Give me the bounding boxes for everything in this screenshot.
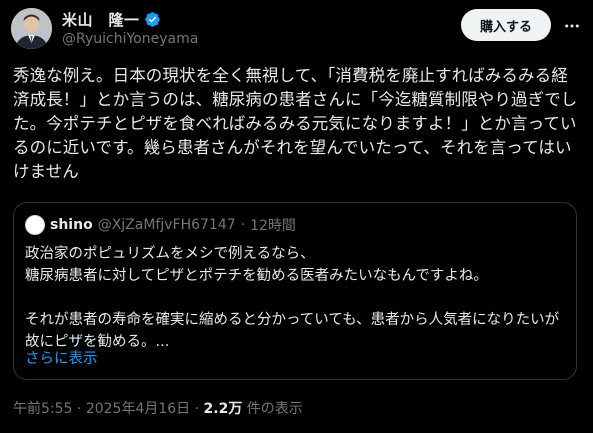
more-dots-icon[interactable] (562, 16, 582, 36)
quote-tweet-card[interactable]: shino @XjZaMfjvFH67147 · 12時間 政治家のポピュリズム… (13, 202, 577, 380)
verified-badge-icon (144, 11, 161, 28)
name-row: 米山 隆一 (62, 9, 198, 29)
avatar-photo-icon (11, 8, 52, 49)
quote-body-text: 政治家のポピュリズムをメシで例えるなら、 糖尿病患者に対してピザとポテチを勧める… (25, 246, 560, 350)
quote-author-handle: @XjZaMfjvFH67147 (97, 217, 236, 233)
subscribe-button[interactable]: 購入する (461, 9, 551, 41)
author-handle[interactable]: @RyuichiYoneyama (62, 31, 198, 47)
show-more-link[interactable]: さらに表示 (25, 347, 98, 368)
tweet-meta: 午前5:55 · 2025年4月16日 · 2.2万 件の表示 (13, 398, 303, 418)
quote-timestamp: 12時間 (250, 218, 296, 234)
tweet-date[interactable]: 2025年4月16日 (86, 401, 190, 417)
views-label: 件の表示 (242, 401, 303, 417)
quote-author-name: shino (50, 217, 93, 233)
quote-avatar (25, 215, 45, 235)
tweet-time[interactable]: 午前5:55 (13, 401, 72, 417)
quote-separator: · (240, 217, 246, 233)
tweet-page: 米山 隆一 @RyuichiYoneyama 購入する 秀逸な例え。日本の現状を… (0, 0, 593, 433)
quote-header: shino @XjZaMfjvFH67147 · 12時間 (25, 215, 296, 235)
tweet-text: 秀逸な例え。日本の現状を全く無視して、「消費税を廃止すればみるみる経済成長！」と… (13, 66, 578, 181)
display-name[interactable]: 米山 隆一 (62, 9, 140, 30)
meta-separator: · (72, 401, 86, 417)
views-count: 2.2万 (203, 401, 243, 417)
author-info: 米山 隆一 @RyuichiYoneyama (62, 9, 198, 48)
avatar[interactable] (11, 8, 52, 49)
meta-separator: · (190, 401, 204, 417)
